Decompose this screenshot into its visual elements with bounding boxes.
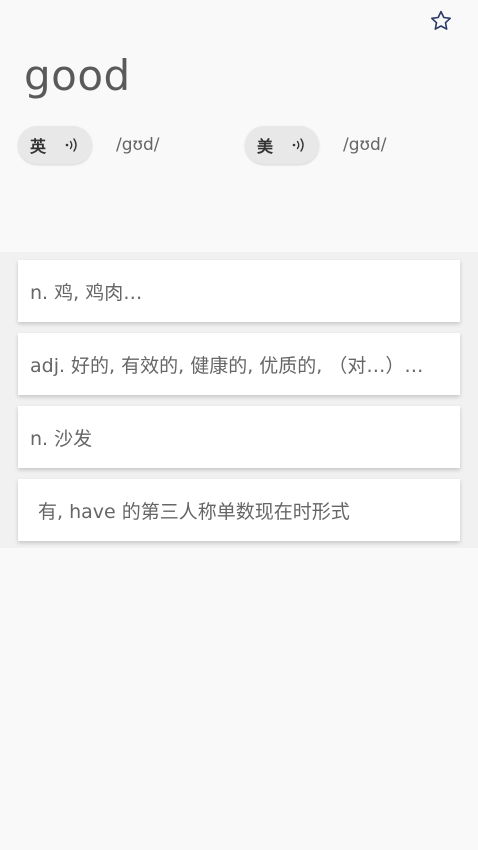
definition-card[interactable]: 有, have 的第三人称单数现在时形式 xyxy=(18,479,460,541)
uk-pronunciation-button[interactable]: 英 xyxy=(18,126,92,164)
definition-card[interactable]: adj. 好的, 有效的, 健康的, 优质的, （对…）… xyxy=(18,333,460,395)
speaker-icon xyxy=(62,135,82,155)
uk-label: 英 xyxy=(30,137,47,156)
definition-card[interactable]: n. 鸡, 鸡肉… xyxy=(18,260,460,322)
definition-text: adj. 好的, 有效的, 健康的, 优质的, （对…）… xyxy=(30,354,424,377)
uk-phonetic: /gʊd/ xyxy=(116,135,160,155)
star-outline-icon xyxy=(431,10,451,30)
us-phonetic: /gʊd/ xyxy=(343,135,387,155)
definition-text: n. 鸡, 鸡肉… xyxy=(30,281,143,304)
speaker-icon xyxy=(289,135,309,155)
us-label: 美 xyxy=(257,137,274,156)
us-pronunciation-button[interactable]: 美 xyxy=(245,126,319,164)
word-title: good xyxy=(24,51,131,100)
definition-text: 有, have 的第三人称单数现在时形式 xyxy=(38,500,350,523)
pronunciation-row: 英 /gʊd/ 美 /gʊd/ xyxy=(18,126,458,166)
favorite-button[interactable] xyxy=(428,8,454,34)
definition-text: n. 沙发 xyxy=(30,427,93,450)
definition-card[interactable]: n. 沙发 xyxy=(18,406,460,468)
word-detail-page: good 英 /gʊd/ 美 /gʊd/ n. 鸡, 鸡肉… adj. 好的, … xyxy=(0,0,478,850)
